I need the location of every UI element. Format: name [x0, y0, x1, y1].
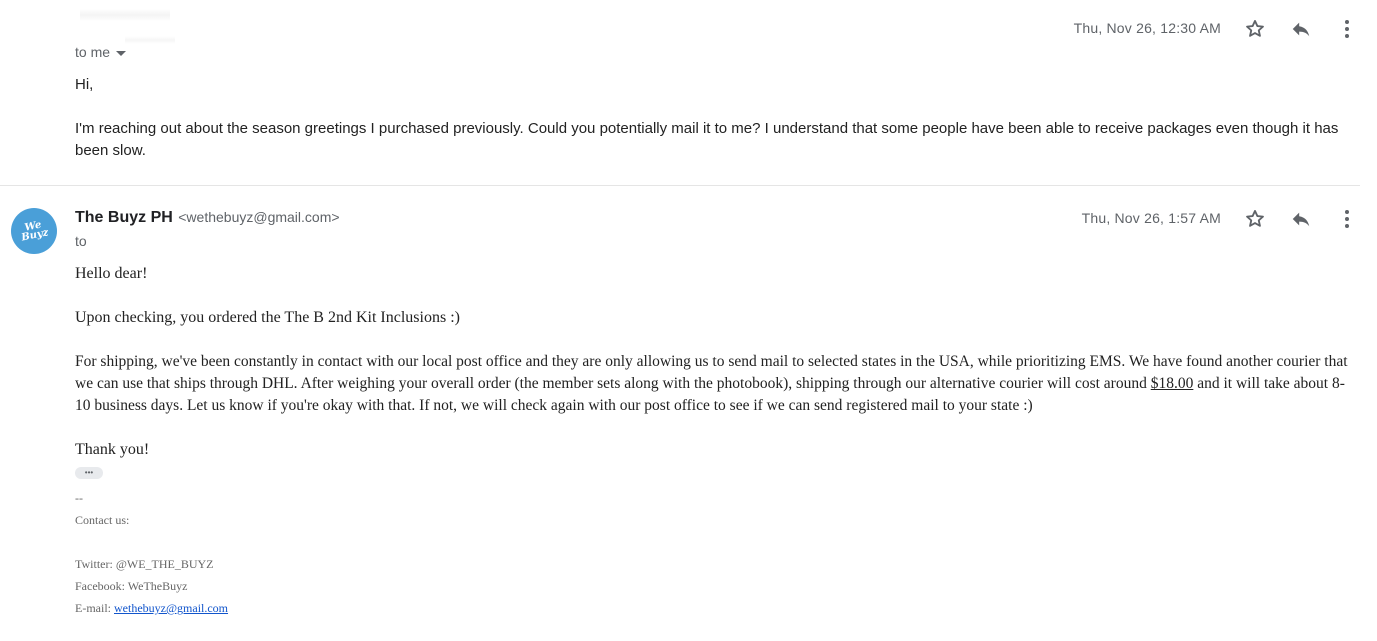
message-closing: Thank you! — [75, 441, 150, 458]
message-date: Thu, Nov 26, 1:57 AM — [1081, 210, 1221, 226]
reply-icon — [1292, 22, 1310, 37]
show-trimmed-content-button[interactable]: ••• — [75, 467, 103, 479]
signature-twitter: Twitter: @WE_THE_BUYZ — [75, 557, 214, 571]
message-date: Thu, Nov 26, 12:30 AM — [1073, 20, 1221, 36]
message-paragraph-1: Upon checking, you ordered the The B 2nd… — [75, 309, 460, 326]
message-body: I'm reaching out about the season greeti… — [75, 120, 1339, 159]
more-vert-icon — [1345, 210, 1349, 228]
message-greeting: Hi, — [75, 76, 94, 93]
more-options-button[interactable] — [1333, 15, 1361, 43]
signature-facebook: Facebook: WeTheBuyz — [75, 579, 188, 593]
avatar[interactable]: We Buyz — [11, 208, 57, 254]
signature-email-label: E-mail: — [75, 601, 114, 615]
ellipsis-icon: ••• — [84, 468, 94, 477]
more-options-button[interactable] — [1333, 205, 1361, 233]
more-vert-icon — [1345, 20, 1349, 38]
sender-email: <wethebuyz@gmail.com> — [178, 209, 340, 225]
dropdown-arrow-icon[interactable] — [116, 44, 127, 60]
reply-icon — [1292, 212, 1310, 227]
star-button[interactable] — [1241, 205, 1269, 233]
message-divider — [0, 185, 1360, 186]
signature-contact-label: Contact us: — [75, 513, 130, 527]
message-paragraph-2: For shipping, we've been constantly in c… — [75, 351, 1350, 417]
message-greeting: Hello dear! — [75, 265, 148, 282]
signature-separator: -- — [75, 491, 83, 505]
sender-name[interactable]: The Buyz PH — [75, 209, 173, 226]
signature-email-link[interactable]: wethebuyz@gmail.com — [114, 601, 228, 615]
star-button[interactable] — [1241, 15, 1269, 43]
reply-button[interactable] — [1287, 205, 1315, 233]
recipient-line[interactable]: to me — [75, 43, 127, 60]
star-icon — [1246, 20, 1264, 37]
recipient-label: to me — [75, 43, 111, 60]
signature-email: E-mail: wethebuyz@gmail.com — [75, 601, 228, 616]
star-icon — [1246, 210, 1264, 227]
clipped-header-remnant — [80, 9, 170, 21]
price-amount: $18.00 — [1150, 375, 1194, 392]
recipient-label[interactable]: to — [75, 233, 87, 249]
avatar-text: We Buyz — [20, 219, 50, 244]
sender-line: The Buyz PH <wethebuyz@gmail.com> — [75, 209, 340, 227]
clipped-header-remnant-2 — [125, 36, 175, 44]
reply-button[interactable] — [1287, 15, 1315, 43]
